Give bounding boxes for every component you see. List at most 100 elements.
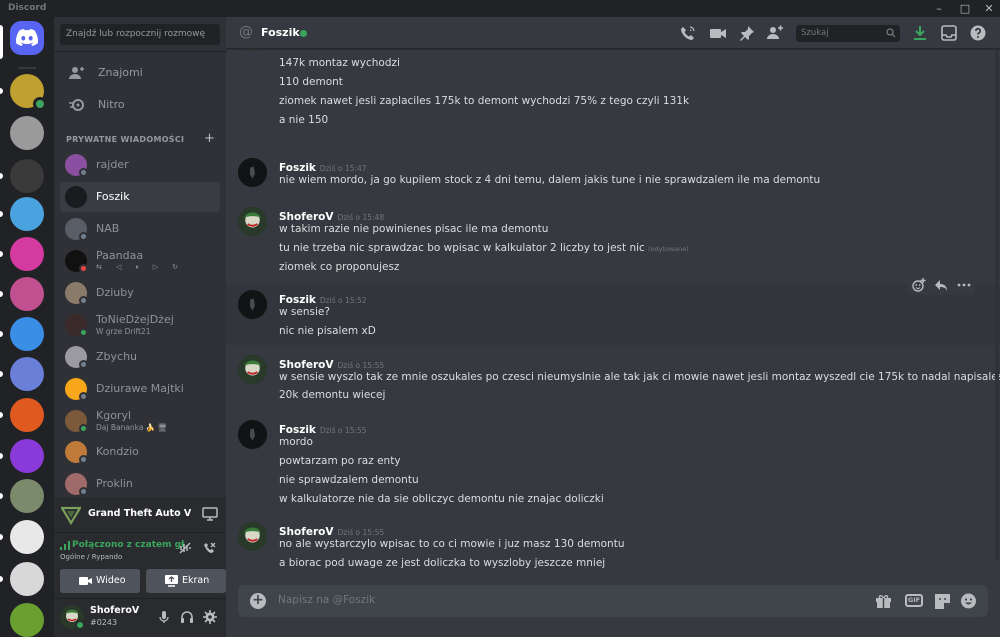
gift-icon[interactable] bbox=[875, 593, 892, 609]
close-button[interactable]: ✕ bbox=[980, 0, 998, 17]
emoji-icon[interactable] bbox=[960, 593, 977, 609]
server-icon-11[interactable] bbox=[10, 479, 44, 513]
message-author[interactable]: ShoferoV bbox=[279, 526, 333, 538]
microphone-icon[interactable] bbox=[157, 610, 171, 624]
nitro-icon bbox=[69, 99, 84, 111]
message-avatar[interactable] bbox=[238, 290, 267, 319]
inbox-icon[interactable] bbox=[941, 25, 957, 41]
server-icon-4[interactable] bbox=[10, 197, 44, 231]
server-icon-2[interactable] bbox=[10, 116, 44, 150]
voice-connected-status[interactable]: Połączono z czatem gł bbox=[72, 540, 184, 550]
disconnect-icon[interactable] bbox=[202, 541, 216, 555]
message-group: Foszik Dziś o 15:47 nie wiem mordo, ja go … bbox=[226, 154, 1000, 192]
more-options-icon[interactable] bbox=[957, 278, 971, 292]
message-avatar[interactable] bbox=[238, 522, 267, 551]
video-button[interactable]: Wideo bbox=[60, 569, 140, 593]
message-avatar[interactable] bbox=[238, 158, 267, 187]
media-control-icon[interactable]: ↻ bbox=[172, 263, 178, 272]
screen-share-button[interactable]: Ekran bbox=[146, 569, 226, 593]
minimize-button[interactable]: – bbox=[930, 0, 948, 17]
dm-item[interactable]: Zbychu bbox=[60, 342, 220, 372]
server-icon-10[interactable] bbox=[10, 439, 44, 473]
maximize-button[interactable]: □ bbox=[956, 0, 974, 17]
dm-item[interactable]: Kgoryl Daj Bananka 🍌 🖥 bbox=[60, 406, 220, 436]
server-icon-3[interactable] bbox=[10, 159, 44, 193]
server-icon-7[interactable] bbox=[10, 317, 44, 351]
create-dm-button[interactable]: + bbox=[204, 131, 215, 146]
settings-gear-icon[interactable] bbox=[203, 610, 217, 624]
message-avatar[interactable] bbox=[238, 207, 267, 236]
message-avatar[interactable] bbox=[238, 355, 267, 384]
server-icon-13[interactable] bbox=[10, 562, 44, 596]
add-reaction-icon[interactable] bbox=[912, 278, 926, 292]
download-icon[interactable] bbox=[912, 25, 928, 41]
message-timestamp: Dziś o 15:55 bbox=[337, 361, 385, 370]
pinned-messages-icon[interactable] bbox=[739, 25, 755, 41]
message-avatar[interactable] bbox=[238, 420, 267, 449]
add-friends-to-dm-icon[interactable] bbox=[767, 25, 783, 41]
server-icon-12[interactable] bbox=[10, 520, 44, 554]
message-author[interactable]: ShoferoV bbox=[279, 359, 333, 371]
nav-nitro[interactable]: Nitro bbox=[60, 91, 220, 119]
stream-game-icon[interactable] bbox=[202, 507, 218, 521]
dm-item[interactable]: Dziuby bbox=[60, 278, 220, 308]
headphones-icon[interactable] bbox=[180, 610, 194, 624]
video-call-icon[interactable] bbox=[710, 25, 726, 41]
dm-item[interactable]: Proklin bbox=[60, 469, 220, 499]
dm-item[interactable]: Dziurawe Majtki bbox=[60, 374, 220, 404]
message-group: mam tunera i sprawdzilem ceny147k montaz… bbox=[226, 50, 1000, 132]
home-button[interactable] bbox=[10, 21, 44, 55]
voice-channel-name[interactable]: Ogólne / Rypando bbox=[60, 553, 122, 561]
server-icon-14[interactable] bbox=[10, 603, 44, 637]
message-text: tu nie trzeba nic sprawdzac bo wpisac w … bbox=[279, 242, 689, 254]
message-author[interactable]: ShoferoV bbox=[279, 211, 333, 223]
dm-search-input[interactable]: Znajdź lub rozpocznij rozmowę bbox=[60, 24, 220, 45]
dm-item[interactable]: Kondzio bbox=[60, 437, 220, 467]
voice-call-icon[interactable] bbox=[680, 25, 696, 41]
help-icon[interactable] bbox=[970, 25, 986, 41]
server-icon-5[interactable] bbox=[10, 237, 44, 271]
media-control-icon[interactable]: ⏸ bbox=[135, 263, 139, 272]
dm-item[interactable]: rajder bbox=[60, 150, 220, 180]
dm-name: ToNieDżejDżej bbox=[96, 313, 174, 326]
message-author[interactable]: Foszik bbox=[279, 294, 316, 306]
gif-picker-icon[interactable]: GIF bbox=[905, 594, 923, 607]
dm-item[interactable]: Foszik bbox=[60, 182, 220, 212]
message-text: no ale wystarczylo wpisac to co ci mowie… bbox=[279, 538, 624, 550]
message-header: Foszik Dziś o 15:55 bbox=[279, 418, 367, 437]
dm-item[interactable]: ToNieDżejDżej W grze Drift21 bbox=[60, 310, 220, 340]
chat-search-input[interactable]: Szukaj bbox=[796, 25, 900, 42]
media-control-icon[interactable]: ⇆ bbox=[96, 263, 102, 272]
attach-plus-icon[interactable]: + bbox=[250, 593, 266, 609]
message-line: ziomek nawet jesli zaplaciles 175k to de… bbox=[279, 95, 690, 107]
chat-scrollbar[interactable] bbox=[995, 50, 999, 560]
status-indicator bbox=[79, 487, 88, 496]
message-timestamp: Dziś o 15:52 bbox=[319, 296, 367, 305]
server-icon-8[interactable] bbox=[10, 357, 44, 391]
unread-pill bbox=[0, 453, 3, 459]
search-icon bbox=[886, 28, 896, 38]
unread-pill bbox=[0, 534, 3, 540]
message-line: 110 demont bbox=[279, 76, 343, 88]
reply-icon[interactable] bbox=[934, 278, 948, 292]
media-control-icon[interactable]: ◁ bbox=[116, 263, 121, 272]
unread-pill bbox=[0, 251, 3, 257]
nav-friends[interactable]: Znajomi bbox=[60, 59, 220, 87]
voice-active-badge bbox=[33, 97, 47, 111]
message-avatar[interactable] bbox=[238, 50, 267, 51]
server-icon-6[interactable] bbox=[10, 277, 44, 311]
message-author[interactable]: Foszik bbox=[279, 162, 316, 174]
server-icon-1[interactable] bbox=[10, 74, 47, 111]
server-icon-9[interactable] bbox=[10, 398, 44, 432]
noise-suppression-icon[interactable] bbox=[178, 541, 192, 555]
channel-name: Foszik bbox=[261, 26, 300, 39]
nav-nitro-label: Nitro bbox=[98, 98, 125, 111]
status-indicator bbox=[79, 455, 88, 464]
message-author[interactable]: Foszik bbox=[279, 424, 316, 436]
media-control-icon[interactable]: ▷ bbox=[153, 263, 158, 272]
message-composer[interactable]: + Napisz na @Foszik GIF bbox=[238, 585, 988, 617]
message-header: ShoferoV Dziś o 15:48 bbox=[279, 205, 384, 224]
sticker-icon[interactable] bbox=[934, 593, 951, 609]
dm-item[interactable]: NAB bbox=[60, 214, 220, 244]
dm-item[interactable]: Paandaa ⇆ ◁ ⏸ ▷ ↻ bbox=[60, 246, 220, 276]
